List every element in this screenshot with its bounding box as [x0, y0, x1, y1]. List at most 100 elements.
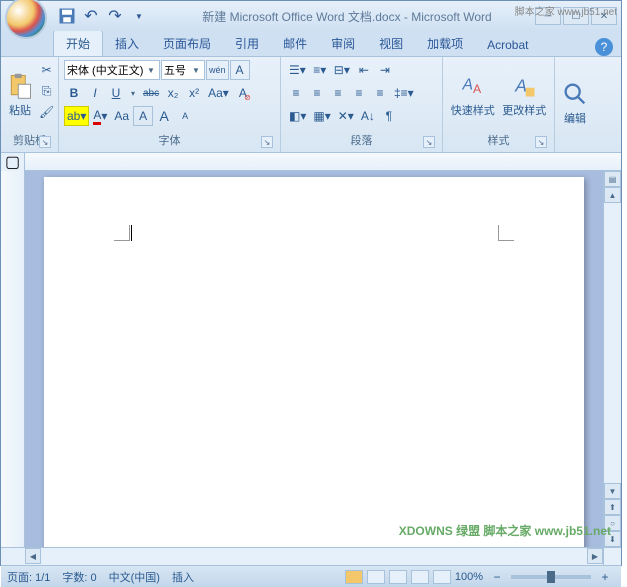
- tab-acrobat[interactable]: Acrobat: [475, 34, 540, 56]
- save-icon[interactable]: [57, 6, 77, 26]
- ruler-toggle-icon[interactable]: ▢: [1, 153, 25, 171]
- font-color-button[interactable]: A▾: [90, 106, 110, 126]
- justify-icon[interactable]: ≡: [349, 83, 369, 103]
- text-cursor: [131, 225, 132, 241]
- statusbar: 页面: 1/1 字数: 0 中文(中国) 插入 100% − +: [1, 565, 621, 587]
- align-left-icon[interactable]: ≡: [286, 83, 306, 103]
- page-container[interactable]: [25, 171, 603, 547]
- watermark-tr: 脚本之家 www.jb51.net: [515, 3, 617, 18]
- scroll-track-v[interactable]: [604, 203, 621, 483]
- scroll-right-icon[interactable]: ▶: [587, 548, 603, 564]
- margin-mark-tr: [498, 225, 514, 241]
- align-center-icon[interactable]: ≡: [307, 83, 327, 103]
- undo-icon[interactable]: ↶: [81, 6, 101, 26]
- indent-left-icon[interactable]: ⇤: [354, 60, 374, 80]
- editing-group-label: [560, 146, 590, 150]
- line-spacing-icon[interactable]: ‡≡▾: [391, 83, 417, 103]
- sort-icon[interactable]: A↓: [358, 106, 378, 126]
- clear-format-icon[interactable]: A⊘: [233, 83, 253, 103]
- copy-icon[interactable]: ⎘: [36, 81, 57, 101]
- change-case-button[interactable]: Aa▾: [205, 83, 232, 103]
- styles-dialog-icon[interactable]: ↘: [535, 136, 547, 148]
- zoom-slider[interactable]: [511, 575, 591, 579]
- tab-addins[interactable]: 加载项: [415, 31, 475, 56]
- svg-text:A: A: [515, 75, 528, 95]
- scroll-up-icon[interactable]: ▲: [604, 187, 621, 203]
- view-web-icon[interactable]: [389, 570, 407, 584]
- subscript-button[interactable]: x₂: [163, 83, 183, 103]
- multilevel-icon[interactable]: ⊟▾: [331, 60, 353, 80]
- cut-icon[interactable]: ✂: [36, 60, 57, 80]
- editing-button[interactable]: 编辑: [560, 60, 590, 146]
- superscript-button[interactable]: x²: [184, 83, 204, 103]
- paragraph-dialog-icon[interactable]: ↘: [423, 136, 435, 148]
- ruler-vertical[interactable]: [1, 171, 25, 547]
- zoom-thumb[interactable]: [547, 571, 555, 583]
- scrollbar-horizontal[interactable]: ◀ ▶: [25, 547, 603, 565]
- font-label: 字体↘: [64, 130, 275, 150]
- tab-home[interactable]: 开始: [53, 30, 103, 56]
- zoom-in-icon[interactable]: +: [595, 567, 615, 587]
- char-shading-button[interactable]: Aa: [111, 106, 132, 126]
- redo-icon[interactable]: ↷: [105, 6, 125, 26]
- enclose-char-button[interactable]: A: [133, 106, 153, 126]
- tab-references[interactable]: 引用: [223, 31, 271, 56]
- tab-view[interactable]: 视图: [367, 31, 415, 56]
- bullets-icon[interactable]: ☰▾: [286, 60, 309, 80]
- clipboard-dialog-icon[interactable]: ↘: [39, 136, 51, 148]
- quick-styles-button[interactable]: AA 快速样式: [448, 60, 498, 130]
- char-scaling-icon[interactable]: ✕▾: [335, 106, 357, 126]
- zoom-out-icon[interactable]: −: [487, 567, 507, 587]
- styles-label: 样式↘: [448, 130, 549, 150]
- phonetic-guide-icon[interactable]: wén: [206, 60, 229, 80]
- highlight-button[interactable]: ab▾: [64, 106, 89, 126]
- page[interactable]: [44, 177, 584, 547]
- qat-dropdown-icon[interactable]: ▼: [129, 6, 149, 26]
- prev-page-icon[interactable]: ⬆: [604, 499, 621, 515]
- scroll-left-icon[interactable]: ◀: [25, 548, 41, 564]
- underline-button[interactable]: U: [106, 83, 126, 103]
- change-styles-button[interactable]: A 更改样式: [500, 60, 550, 130]
- group-editing: 编辑: [555, 57, 595, 152]
- tab-insert[interactable]: 插入: [103, 31, 151, 56]
- char-border-icon[interactable]: A: [230, 60, 250, 80]
- paste-button[interactable]: 粘贴: [6, 60, 34, 130]
- font-name-combo[interactable]: 宋体 (中文正文)▼: [64, 60, 160, 80]
- bold-button[interactable]: B: [64, 83, 84, 103]
- view-outline-icon[interactable]: [411, 570, 429, 584]
- shrink-font-button[interactable]: A: [175, 106, 195, 126]
- grow-font-button[interactable]: A: [154, 106, 174, 126]
- tab-layout[interactable]: 页面布局: [151, 31, 223, 56]
- view-fullscreen-icon[interactable]: [367, 570, 385, 584]
- distribute-icon[interactable]: ≡: [370, 83, 390, 103]
- view-draft-icon[interactable]: [433, 570, 451, 584]
- shading-icon[interactable]: ◧▾: [286, 106, 309, 126]
- scroll-down-icon[interactable]: ▼: [604, 483, 621, 499]
- ruler-horizontal[interactable]: ▢: [1, 153, 621, 171]
- strikethrough-button[interactable]: abc: [140, 83, 162, 103]
- scroll-track-h[interactable]: [41, 548, 587, 565]
- show-marks-icon[interactable]: ¶: [379, 106, 399, 126]
- watermark-br: XDOWNS 绿盟 脚本之家 www.jb51.net: [399, 522, 611, 539]
- format-painter-icon[interactable]: 🖌: [36, 102, 57, 122]
- font-dialog-icon[interactable]: ↘: [261, 136, 273, 148]
- align-right-icon[interactable]: ≡: [328, 83, 348, 103]
- scrollbar-h-wrap: ◀ ▶: [1, 547, 621, 565]
- borders-icon[interactable]: ▦▾: [310, 106, 333, 126]
- indent-right-icon[interactable]: ⇥: [375, 60, 395, 80]
- view-print-layout-icon[interactable]: [345, 570, 363, 584]
- change-styles-label: 更改样式: [502, 102, 546, 118]
- group-clipboard: 粘贴 ✂ ⎘ 🖌 剪贴板↘: [1, 57, 59, 152]
- font-size-combo[interactable]: 五号▼: [161, 60, 205, 80]
- underline-dropdown-icon[interactable]: ▾: [127, 89, 139, 98]
- italic-button[interactable]: I: [85, 83, 105, 103]
- tab-review[interactable]: 审阅: [319, 31, 367, 56]
- paste-label: 粘贴: [9, 102, 31, 118]
- help-icon[interactable]: ?: [595, 38, 613, 56]
- numbering-icon[interactable]: ≡▾: [310, 60, 330, 80]
- scrollbar-vertical[interactable]: ▤ ▲ ▼ ⬆ ○ ⬇: [603, 171, 621, 547]
- ruler-toggle-btn[interactable]: ▤: [604, 171, 621, 187]
- margin-mark-tl: [114, 225, 130, 241]
- zoom-level[interactable]: 100%: [455, 571, 483, 583]
- tab-mailings[interactable]: 邮件: [271, 31, 319, 56]
